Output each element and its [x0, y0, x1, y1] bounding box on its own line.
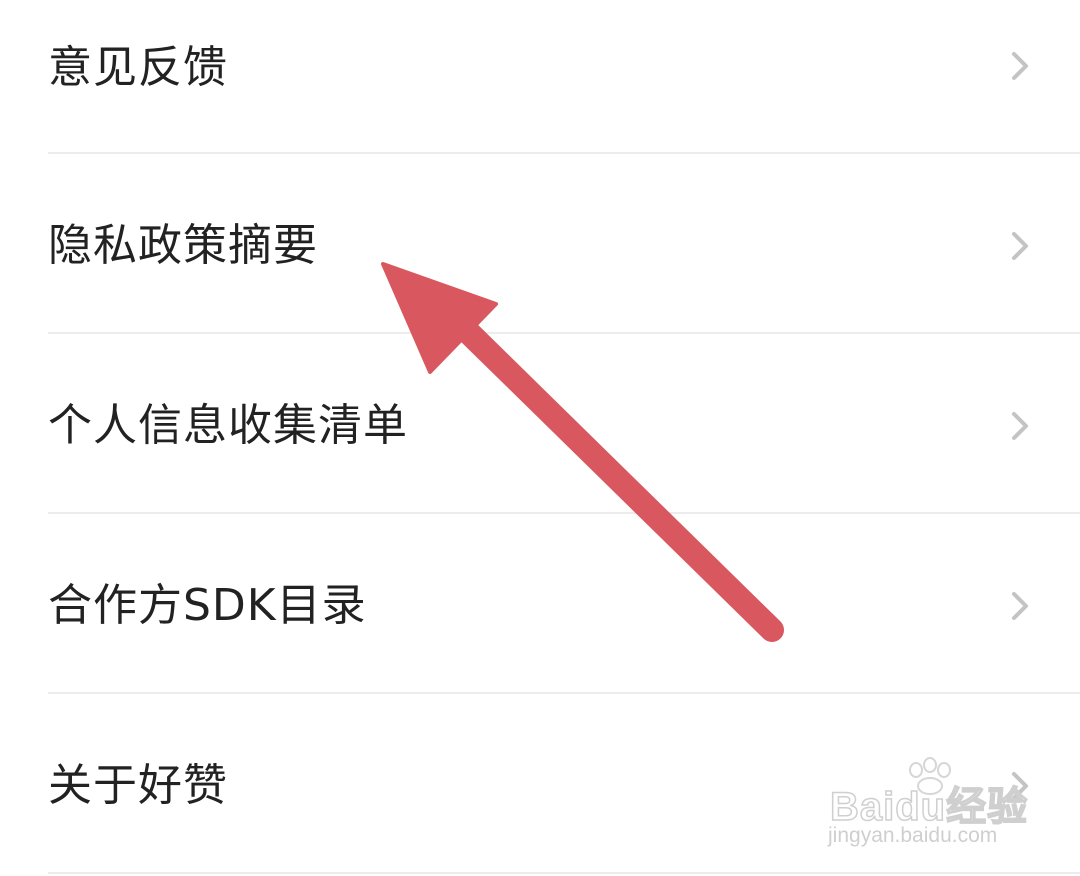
chevron-right-icon — [1012, 52, 1028, 80]
settings-item-label: 关于好赞 — [48, 760, 228, 811]
settings-item-about[interactable]: 关于好赞 — [48, 694, 1080, 872]
chevron-right-icon — [1012, 232, 1028, 260]
chevron-right-icon — [1012, 412, 1028, 440]
chevron-right-icon — [1012, 772, 1028, 800]
divider — [48, 872, 1080, 874]
settings-item-label: 合作方SDK目录 — [48, 580, 367, 631]
settings-page: 意见反馈 隐私政策摘要 个人信息收集清单 合作方SDK目录 关于好赞 Baidu… — [0, 0, 1080, 876]
settings-item-partner-sdk[interactable]: 合作方SDK目录 — [48, 514, 1080, 692]
settings-item-label: 个人信息收集清单 — [48, 400, 408, 451]
chevron-right-icon — [1012, 592, 1028, 620]
settings-item-label: 意见反馈 — [48, 42, 228, 93]
settings-item-privacy-summary[interactable]: 隐私政策摘要 — [48, 154, 1080, 332]
settings-item-personal-info-list[interactable]: 个人信息收集清单 — [48, 334, 1080, 512]
settings-item-label: 隐私政策摘要 — [48, 220, 318, 271]
